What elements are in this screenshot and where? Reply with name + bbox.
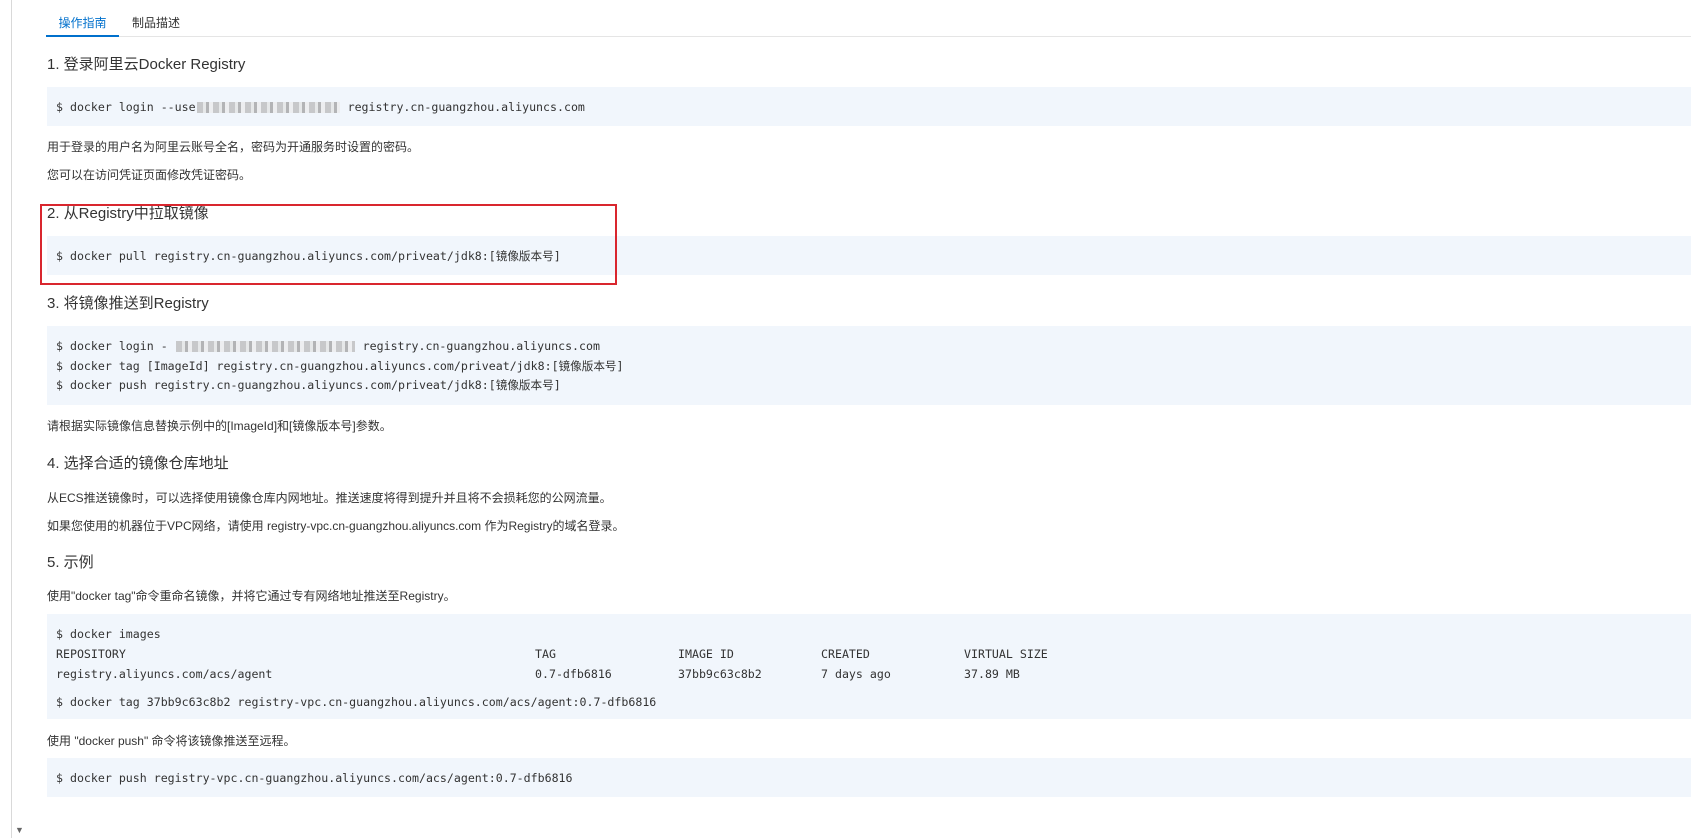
- login-note-1: 用于登录的用户名为阿里云账号全名，密码为开通服务时设置的密码。: [47, 140, 420, 154]
- collapse-arrow-icon[interactable]: ▼: [15, 826, 24, 835]
- replace-params-note: 请根据实际镜像信息替换示例中的[ImageId]和[镜像版本号]参数。: [47, 419, 392, 433]
- tab-operation-guide[interactable]: 操作指南: [46, 8, 119, 37]
- table-header-virtual-size: VIRTUAL SIZE: [964, 647, 1048, 661]
- section-4-title: 4. 选择合适的镜像仓库地址: [47, 455, 229, 472]
- section-1-title: 1. 登录阿里云Docker Registry: [47, 56, 246, 73]
- code-line-login: $ docker login --use registry.cn-guangzh…: [56, 100, 585, 114]
- vpc-note: 如果您使用的机器位于VPC网络，请使用 registry-vpc.cn-guan…: [47, 519, 625, 533]
- example-note-2: 使用 "docker push" 命令将该镜像推送至远程。: [47, 734, 296, 748]
- redacted-username: [175, 341, 355, 352]
- table-header-created: CREATED: [821, 647, 870, 661]
- code-line-images: $ docker images: [56, 627, 161, 641]
- table-cell-virtual-size: 37.89 MB: [964, 667, 1020, 681]
- table-cell-tag: 0.7-dfb6816: [535, 667, 612, 681]
- login-note-2: 您可以在访问凭证页面修改凭证密码。: [47, 168, 252, 182]
- table-cell-repository: registry.aliyuncs.com/acs/agent: [56, 667, 273, 681]
- table-header-image-id: IMAGE ID: [678, 647, 734, 661]
- example-note-1: 使用"docker tag"命令重命名镜像，并将它通过专有网络地址推送至Regi…: [47, 589, 456, 603]
- table-cell-image-id: 37bb9c63c8b2: [678, 667, 762, 681]
- left-rail-divider: [11, 0, 12, 838]
- highlight-annotation-box: [40, 204, 617, 285]
- code-block-login: $ docker login --use registry.cn-guangzh…: [47, 87, 1691, 126]
- redacted-username: [196, 102, 340, 113]
- tab-bar: 操作指南 制品描述: [46, 8, 1691, 37]
- section-5-title: 5. 示例: [47, 554, 94, 571]
- code-line-login: $ docker login - registry.cn-guangzhou.a…: [56, 339, 600, 353]
- table-header-repository: REPOSITORY: [56, 647, 126, 661]
- section-3-title: 3. 将镜像推送到Registry: [47, 295, 209, 312]
- table-header-tag: TAG: [535, 647, 556, 661]
- code-line-tag: $ docker tag [ImageId] registry.cn-guang…: [56, 359, 624, 373]
- code-block-example: $ docker images REPOSITORY TAG IMAGE ID …: [47, 614, 1691, 719]
- code-block-push-example: $ docker push registry-vpc.cn-guangzhou.…: [47, 758, 1691, 797]
- code-line-tag-example: $ docker tag 37bb9c63c8b2 registry-vpc.c…: [56, 695, 657, 709]
- code-line-push-example: $ docker push registry-vpc.cn-guangzhou.…: [56, 771, 573, 785]
- code-line-push: $ docker push registry.cn-guangzhou.aliy…: [56, 378, 561, 392]
- ecs-note: 从ECS推送镜像时，可以选择使用镜像仓库内网地址。推送速度将得到提升并且将不会损…: [47, 491, 612, 505]
- tab-artifact-description[interactable]: 制品描述: [119, 8, 193, 36]
- code-block-push: $ docker login - registry.cn-guangzhou.a…: [47, 326, 1691, 405]
- table-cell-created: 7 days ago: [821, 667, 891, 681]
